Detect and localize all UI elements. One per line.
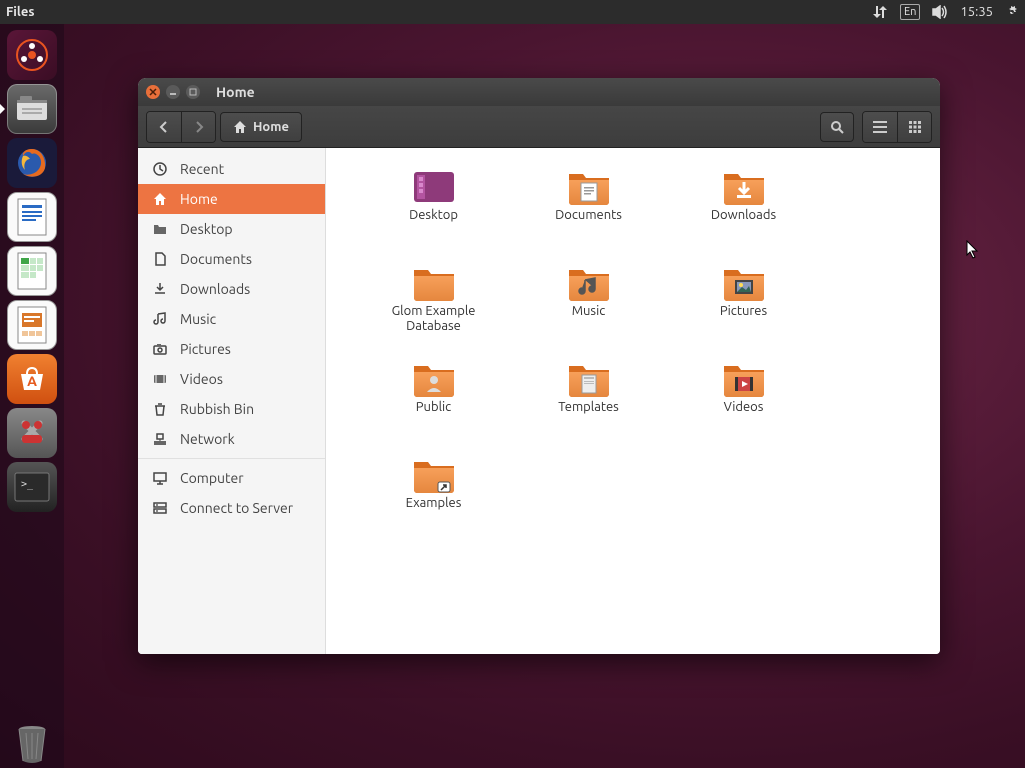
- language-indicator[interactable]: En: [900, 4, 920, 20]
- launcher-writer[interactable]: [7, 192, 57, 242]
- minimize-button[interactable]: [166, 85, 180, 99]
- folder-label: Glom ExampleDatabase: [392, 304, 476, 334]
- folder-icon: [410, 166, 458, 206]
- close-button[interactable]: [146, 85, 160, 99]
- folder-icon: [720, 358, 768, 398]
- sidebar-item-videos[interactable]: Videos: [138, 364, 325, 394]
- folder-icon: [410, 262, 458, 302]
- launcher-impress[interactable]: [7, 300, 57, 350]
- list-view-button[interactable]: [863, 112, 897, 142]
- camera-icon: [152, 341, 168, 357]
- folder-icon: [410, 454, 458, 494]
- launcher-settings[interactable]: [7, 408, 57, 458]
- launcher-terminal[interactable]: >_: [7, 462, 57, 512]
- launcher-software[interactable]: A: [7, 354, 57, 404]
- sidebar-item-recent[interactable]: Recent: [138, 154, 325, 184]
- folder-public[interactable]: Public: [356, 358, 511, 436]
- search-button[interactable]: [820, 112, 854, 142]
- server-icon: [152, 500, 168, 516]
- app-menu-title[interactable]: Files: [6, 5, 34, 19]
- folder-music[interactable]: Music: [511, 262, 666, 340]
- folder-icon: [720, 166, 768, 206]
- folder-label: Pictures: [720, 304, 767, 319]
- back-button[interactable]: [147, 112, 181, 142]
- computer-icon: [152, 470, 168, 486]
- svg-text:A: A: [27, 373, 37, 389]
- folder-documents[interactable]: Documents: [511, 166, 666, 244]
- launcher-trash[interactable]: [7, 718, 57, 768]
- folder-templates[interactable]: Templates: [511, 358, 666, 436]
- folder-grid: Desktop Documents Downloads Glom ExampleDat…: [326, 148, 940, 654]
- document-icon: [152, 251, 168, 267]
- folder-label: Public: [416, 400, 451, 415]
- launcher-calc[interactable]: [7, 246, 57, 296]
- sidebar-item-network[interactable]: Network: [138, 424, 325, 454]
- toolbar: Home: [138, 106, 940, 148]
- system-indicators: En 15:35: [872, 4, 1019, 20]
- sidebar-item-home[interactable]: Home: [138, 184, 325, 214]
- folder-icon: [152, 221, 168, 237]
- top-menu-bar: Files En 15:35: [0, 0, 1025, 24]
- sidebar-item-connect-to-server[interactable]: Connect to Server: [138, 493, 325, 523]
- window-title: Home: [216, 84, 255, 100]
- folder-icon: [565, 358, 613, 398]
- home-icon: [152, 191, 168, 207]
- folder-icon: [410, 358, 458, 398]
- folder-label: Videos: [724, 400, 764, 415]
- network-icon: [152, 431, 168, 447]
- folder-videos[interactable]: Videos: [666, 358, 821, 436]
- mouse-cursor: [966, 240, 980, 260]
- window-titlebar[interactable]: Home: [138, 78, 940, 106]
- launcher-dash[interactable]: [7, 30, 57, 80]
- folder-examples[interactable]: Examples: [356, 454, 511, 532]
- download-icon: [152, 281, 168, 297]
- sidebar-item-pictures[interactable]: Pictures: [138, 334, 325, 364]
- gear-icon[interactable]: [1005, 5, 1019, 19]
- sidebar-item-music[interactable]: Music: [138, 304, 325, 334]
- folder-desktop[interactable]: Desktop: [356, 166, 511, 244]
- folder-icon: [565, 262, 613, 302]
- maximize-button[interactable]: [186, 85, 200, 99]
- folder-label: Examples: [406, 496, 462, 511]
- folder-label: Music: [572, 304, 606, 319]
- grid-view-button[interactable]: [897, 112, 931, 142]
- folder-label: Downloads: [711, 208, 776, 223]
- forward-button[interactable]: [181, 112, 215, 142]
- location-label: Home: [253, 120, 289, 134]
- folder-label: Documents: [555, 208, 622, 223]
- launcher-firefox[interactable]: [7, 138, 57, 188]
- sidebar-item-computer[interactable]: Computer: [138, 463, 325, 493]
- folder-pictures[interactable]: Pictures: [666, 262, 821, 340]
- video-icon: [152, 371, 168, 387]
- network-icon[interactable]: [872, 5, 888, 19]
- trash-icon: [152, 401, 168, 417]
- sidebar: RecentHomeDesktopDocumentsDownloadsMusic…: [138, 148, 326, 654]
- folder-label: Templates: [558, 400, 619, 415]
- folder-icon: [720, 262, 768, 302]
- sidebar-item-desktop[interactable]: Desktop: [138, 214, 325, 244]
- music-icon: [152, 311, 168, 327]
- launcher-files[interactable]: [7, 84, 57, 134]
- unity-launcher: A >_: [0, 24, 64, 768]
- folder-downloads[interactable]: Downloads: [666, 166, 821, 244]
- folder-icon: [565, 166, 613, 206]
- clock-icon: [152, 161, 168, 177]
- location-home[interactable]: Home: [220, 112, 302, 142]
- svg-text:>_: >_: [21, 479, 34, 490]
- sound-icon[interactable]: [932, 5, 948, 19]
- clock[interactable]: 15:35: [960, 5, 993, 19]
- sidebar-item-downloads[interactable]: Downloads: [138, 274, 325, 304]
- folder-glom-example[interactable]: Glom ExampleDatabase: [356, 262, 511, 340]
- sidebar-item-rubbish-bin[interactable]: Rubbish Bin: [138, 394, 325, 424]
- sidebar-item-documents[interactable]: Documents: [138, 244, 325, 274]
- folder-label: Desktop: [409, 208, 458, 223]
- files-window: Home Home RecentHomeDesktopDocumentsDown…: [138, 78, 940, 654]
